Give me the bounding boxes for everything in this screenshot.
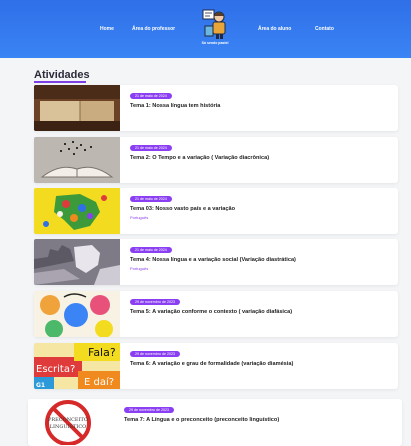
card-category[interactable]: Português xyxy=(130,215,148,220)
card-thumbnail xyxy=(34,85,120,131)
card-thumbnail xyxy=(34,291,120,337)
card-date-badge: 21 de maio de 2024 xyxy=(130,247,172,253)
colorful-faces-illustration-icon xyxy=(34,291,120,337)
activity-card-1[interactable]: 21 de maio de 2024 Tema 1: Nossa língua … xyxy=(34,85,398,131)
nav-student-area[interactable]: Área do aluno xyxy=(258,26,291,32)
card-title[interactable]: Tema 2: O Tempo e a variação ( Variação … xyxy=(130,155,269,161)
card-title[interactable]: Tema 03: Nosso vasto país e a variação xyxy=(130,206,235,212)
thumb-corner-text: G1 xyxy=(36,382,45,389)
logo-caption: Só sendo pastel xyxy=(201,41,229,45)
card-title[interactable]: Tema 5: A variação conforme o contexto (… xyxy=(130,309,292,315)
book-letters-image-icon xyxy=(34,137,120,183)
card-title[interactable]: Tema 7: A Língua e o preconceito (precon… xyxy=(124,417,279,423)
teacher-mascot-icon xyxy=(202,9,226,39)
activity-card-5[interactable]: 29 de novembro de 2023 Tema 5: A variaçã… xyxy=(34,291,398,337)
card-category[interactable]: Português xyxy=(130,266,148,271)
prejudice-sign-icon: PRECONCEITO LINGUÍSTICO xyxy=(28,399,114,445)
thumb-fala-text: Fala? xyxy=(88,346,116,359)
card-date-badge: 29 de novembro de 2023 xyxy=(130,299,180,305)
activity-card-2[interactable]: 21 de maio de 2024 Tema 2: O Tempo e a v… xyxy=(34,137,398,183)
card-thumbnail xyxy=(34,137,120,183)
section-title: Atividades xyxy=(34,69,90,81)
page: Home Área do professor Só sendo pastel Á… xyxy=(0,0,411,446)
card-date-badge: 29 de novembro de 2023 xyxy=(124,407,174,413)
thumb-edai-text: E daí? xyxy=(84,376,114,388)
thumb-prejudice-line2: LINGUÍSTICO xyxy=(50,423,87,430)
title-underline xyxy=(34,81,86,83)
site-logo[interactable]: Só sendo pastel xyxy=(198,8,232,54)
nav-home[interactable]: Home xyxy=(100,26,114,32)
card-date-badge: 21 de maio de 2024 xyxy=(130,93,172,99)
speech-writing-image-icon: Fala? Escrita? E daí? G1 xyxy=(34,343,120,389)
card-date-badge: 29 de novembro de 2023 xyxy=(130,351,180,357)
card-title[interactable]: Tema 6: A variação e grau de formalidade… xyxy=(130,361,293,367)
card-title[interactable]: Tema 1: Nossa língua tem história xyxy=(130,103,220,109)
thumb-escrita-text: Escrita? xyxy=(36,364,75,375)
card-thumbnail xyxy=(34,239,120,285)
activity-card-7[interactable]: PRECONCEITO LINGUÍSTICO 29 de novembro d… xyxy=(28,399,402,446)
card-title[interactable]: Tema 4: Nossa língua e a variação social… xyxy=(130,257,296,263)
nav-contact[interactable]: Contato xyxy=(315,26,334,32)
site-header: Home Área do professor Só sendo pastel Á… xyxy=(0,0,411,58)
activity-card-6[interactable]: Fala? Escrita? E daí? G1 29 de novembro … xyxy=(34,343,398,389)
activity-card-4[interactable]: 21 de maio de 2024 Tema 4: Nossa língua … xyxy=(34,239,398,285)
card-date-badge: 21 de maio de 2024 xyxy=(130,145,172,151)
card-thumbnail: PRECONCEITO LINGUÍSTICO xyxy=(28,399,114,445)
thumb-prejudice-line1: PRECONCEITO xyxy=(48,417,88,423)
card-date-badge: 21 de maio de 2024 xyxy=(130,196,172,202)
card-thumbnail: Fala? Escrita? E daí? G1 xyxy=(34,343,120,389)
nav-teacher-area[interactable]: Área do professor xyxy=(132,26,175,32)
activity-card-3[interactable]: 21 de maio de 2024 Tema 03: Nosso vasto … xyxy=(34,188,398,234)
city-map-image-icon xyxy=(34,239,120,285)
old-books-image-icon xyxy=(34,85,120,131)
card-thumbnail xyxy=(34,188,120,234)
brazil-map-collage-icon xyxy=(34,188,120,234)
